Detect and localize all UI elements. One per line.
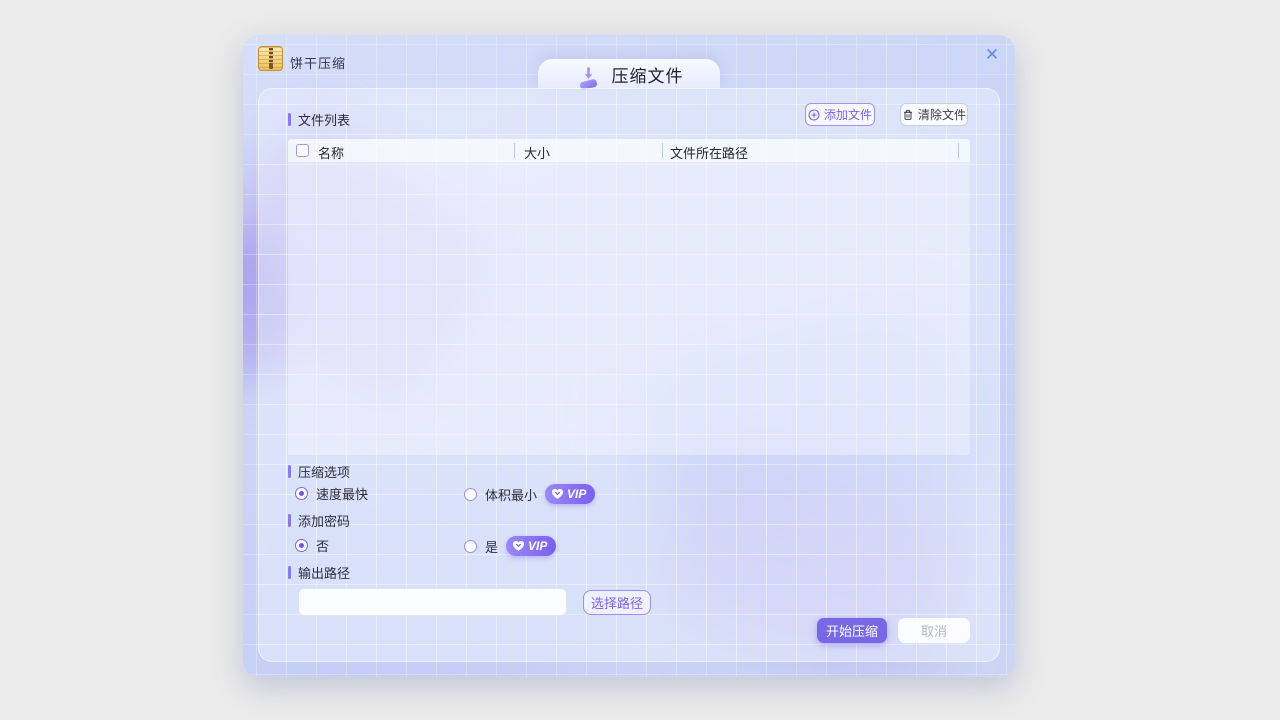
password-options-row: 否 是 VIP bbox=[258, 536, 1000, 554]
radio-selected-icon bbox=[295, 487, 308, 500]
column-path: 文件所在路径 bbox=[670, 143, 748, 162]
radio-fastest-label: 速度最快 bbox=[316, 484, 368, 503]
vip-heart-icon bbox=[551, 488, 564, 500]
radio-password-yes[interactable]: 是 VIP bbox=[464, 536, 556, 556]
file-list-label: 文件列表 bbox=[298, 110, 350, 129]
column-size: 大小 bbox=[524, 143, 550, 162]
column-divider bbox=[662, 143, 663, 158]
clear-file-button[interactable]: 清除文件 bbox=[900, 103, 968, 126]
section-bar bbox=[288, 465, 291, 478]
section-bar bbox=[288, 514, 291, 527]
add-file-label: 添加文件 bbox=[824, 106, 872, 123]
file-table-header: 名称 大小 文件所在路径 bbox=[288, 139, 970, 162]
output-path-input[interactable] bbox=[298, 588, 567, 616]
tab-compress-file[interactable]: 压缩文件 bbox=[538, 59, 720, 89]
add-file-button[interactable]: 添加文件 bbox=[805, 103, 875, 126]
section-file-list: 文件列表 bbox=[288, 110, 350, 129]
section-bar bbox=[288, 566, 291, 579]
main-panel: 文件列表 添加文件 清除文件 bbox=[258, 88, 1000, 662]
column-divider bbox=[514, 143, 515, 158]
compress-options-label: 压缩选项 bbox=[298, 462, 350, 481]
radio-unselected-icon bbox=[464, 540, 477, 553]
section-compress-options: 压缩选项 bbox=[288, 462, 350, 481]
close-button[interactable]: ✕ bbox=[981, 44, 1003, 66]
clear-file-label: 清除文件 bbox=[918, 106, 966, 123]
file-table-body bbox=[288, 162, 970, 455]
vip-badge: VIP bbox=[545, 484, 595, 504]
vip-label: VIP bbox=[528, 539, 547, 553]
vip-badge: VIP bbox=[506, 536, 556, 556]
file-table: 名称 大小 文件所在路径 bbox=[288, 139, 970, 455]
choose-path-button[interactable]: 选择路径 bbox=[583, 590, 651, 615]
add-password-label: 添加密码 bbox=[298, 511, 350, 530]
radio-password-no[interactable]: 否 bbox=[295, 536, 329, 555]
radio-smallest-label: 体积最小 bbox=[485, 485, 537, 504]
vip-label: VIP bbox=[567, 487, 586, 501]
app-window: 饼干压缩 ✕ 压缩文件 文件列表 bbox=[243, 35, 1015, 677]
vip-heart-icon bbox=[512, 540, 525, 552]
radio-smallest-size[interactable]: 体积最小 VIP bbox=[464, 484, 595, 504]
radio-unselected-icon bbox=[464, 488, 477, 501]
app-logo-icon bbox=[258, 46, 283, 71]
section-output-path: 输出路径 bbox=[288, 563, 350, 582]
column-name: 名称 bbox=[318, 143, 344, 162]
app-title: 饼干压缩 bbox=[290, 53, 346, 72]
radio-yes-label: 是 bbox=[485, 537, 498, 556]
cancel-button[interactable]: 取消 bbox=[898, 618, 970, 643]
plus-circle-icon bbox=[808, 109, 820, 121]
section-add-password: 添加密码 bbox=[288, 511, 350, 530]
trash-icon bbox=[902, 109, 914, 121]
radio-no-label: 否 bbox=[316, 536, 329, 555]
select-all-checkbox[interactable] bbox=[296, 144, 309, 157]
section-bar bbox=[288, 113, 291, 126]
start-compress-button[interactable]: 开始压缩 bbox=[817, 618, 887, 643]
tab-label: 压缩文件 bbox=[612, 62, 684, 87]
radio-selected-icon bbox=[295, 539, 308, 552]
radio-fastest-speed[interactable]: 速度最快 bbox=[295, 484, 368, 503]
compress-options-row: 速度最快 体积最小 VIP bbox=[258, 484, 1000, 502]
output-path-label: 输出路径 bbox=[298, 563, 350, 582]
column-divider bbox=[958, 143, 959, 158]
